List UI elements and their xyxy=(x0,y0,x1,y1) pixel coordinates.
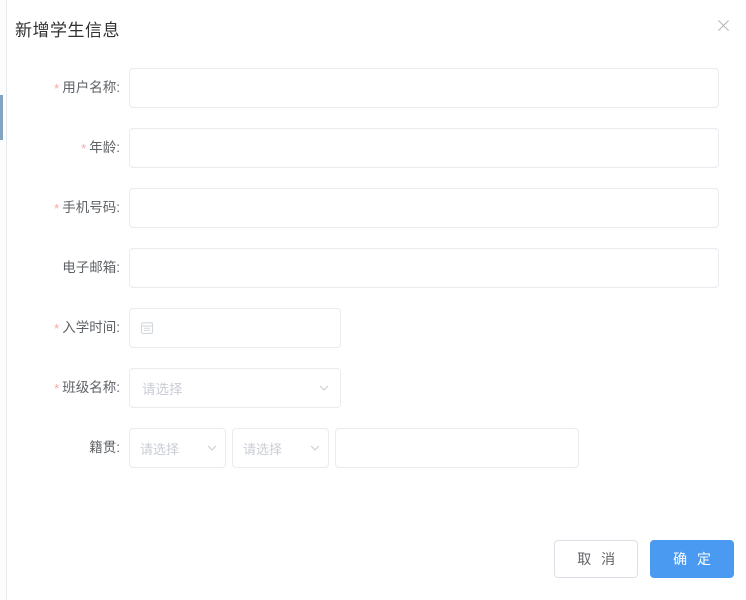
label-phone-text: 手机号码: xyxy=(62,200,120,215)
phone-input[interactable] xyxy=(129,188,719,228)
student-form: * 用户名称: * 年龄: * 手机号码: 电子邮箱: * 入学时间: * 班级… xyxy=(7,58,746,478)
background-accent-bar xyxy=(0,95,3,140)
dialog-header: 新增学生信息 xyxy=(7,0,746,58)
label-username-text: 用户名称: xyxy=(62,80,120,95)
page-title: 新增学生信息 xyxy=(15,21,120,40)
username-input[interactable] xyxy=(129,68,719,108)
required-marker: * xyxy=(54,81,60,96)
label-age: * 年龄: xyxy=(7,128,129,168)
chevron-down-icon xyxy=(206,442,218,454)
label-email: 电子邮箱: xyxy=(7,248,129,288)
confirm-button[interactable]: 确 定 xyxy=(650,540,734,578)
label-class-name: * 班级名称: xyxy=(7,368,129,408)
control-username xyxy=(129,68,746,108)
label-enrollment-date: * 入学时间: xyxy=(7,308,129,348)
hometown-city-value: 请选择 xyxy=(243,441,283,457)
label-username: * 用户名称: xyxy=(7,68,129,108)
required-marker: * xyxy=(54,381,60,396)
required-marker: * xyxy=(54,201,60,216)
chevron-down-icon xyxy=(318,382,330,394)
form-row-email: 电子邮箱: xyxy=(7,238,746,298)
control-email xyxy=(129,248,746,288)
form-row-hometown: 籍贯: 请选择 请选择 xyxy=(7,418,746,478)
form-row-class-name: * 班级名称: 请选择 xyxy=(7,358,746,418)
hometown-city-select[interactable]: 请选择 xyxy=(232,428,329,468)
control-phone xyxy=(129,188,746,228)
hometown-province-value: 请选择 xyxy=(140,441,180,457)
label-hometown-text: 籍贯: xyxy=(89,440,120,455)
add-student-dialog: 新增学生信息 * 用户名称: * 年龄: * 手机号码: 电子邮箱: * 入学时… xyxy=(7,0,746,600)
class-name-select-value: 请选择 xyxy=(142,382,183,397)
required-marker: * xyxy=(81,141,87,156)
label-phone: * 手机号码: xyxy=(7,188,129,228)
dialog-footer: 取 消 确 定 xyxy=(554,540,734,578)
hometown-detail-input[interactable] xyxy=(335,428,579,468)
age-input[interactable] xyxy=(129,128,719,168)
control-class-name: 请选择 xyxy=(129,368,746,408)
class-name-select[interactable]: 请选择 xyxy=(129,368,341,408)
label-enrollment-date-text: 入学时间: xyxy=(62,320,120,335)
calendar-icon xyxy=(140,321,154,335)
email-field[interactable] xyxy=(129,248,719,288)
close-icon[interactable] xyxy=(712,14,734,36)
chevron-down-icon xyxy=(309,442,321,454)
form-row-age: * 年龄: xyxy=(7,118,746,178)
label-email-text: 电子邮箱: xyxy=(62,260,120,275)
label-age-text: 年龄: xyxy=(89,140,120,155)
form-row-phone: * 手机号码: xyxy=(7,178,746,238)
control-hometown: 请选择 请选择 xyxy=(129,428,746,468)
form-row-enrollment-date: * 入学时间: xyxy=(7,298,746,358)
label-class-name-text: 班级名称: xyxy=(62,380,120,395)
required-marker: * xyxy=(54,321,60,336)
background-left-strip xyxy=(0,0,7,600)
hometown-province-select[interactable]: 请选择 xyxy=(129,428,226,468)
label-hometown: 籍贯: xyxy=(7,428,129,468)
control-enrollment-date xyxy=(129,308,746,348)
enrollment-date-picker[interactable] xyxy=(129,308,341,348)
control-age xyxy=(129,128,746,168)
form-row-username: * 用户名称: xyxy=(7,58,746,118)
cancel-button[interactable]: 取 消 xyxy=(554,540,639,578)
